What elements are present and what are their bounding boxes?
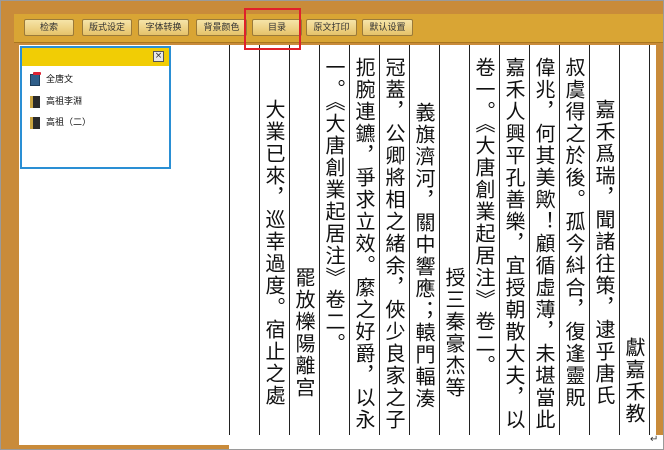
text-column: 授三秦豪杰等: [439, 45, 466, 435]
tree-item-label: 高祖李淵: [46, 97, 83, 107]
book-stack-icon: [30, 71, 41, 86]
search-button[interactable]: 检索: [24, 19, 74, 36]
text-column: 冠蓋，公卿將相之緒余，俠少良家之子: [379, 45, 406, 435]
text-column: 獻嘉禾教: [619, 45, 646, 435]
layout-settings-button[interactable]: 版式设定: [82, 19, 132, 36]
frame-edge: [656, 45, 663, 449]
font-convert-button[interactable]: 字体转换: [138, 19, 189, 36]
column-text: 義旗濟河，關中響應；轅門輻湊: [412, 102, 436, 410]
text-column: 叔虞得之於後。孤今紏合，復逢靈貺: [559, 45, 586, 435]
tree-item-gaozu-liyuan[interactable]: 高祖李淵: [30, 94, 82, 110]
paragraph-mark-icon: ↵: [650, 434, 659, 445]
column-text: 嘉禾人興平孔善樂，宜授朝散大夫，以: [502, 57, 526, 431]
tree-item-quan-tang-wen[interactable]: 全唐文: [30, 71, 74, 88]
default-settings-button[interactable]: 默认设置: [362, 19, 413, 36]
column-text: 卷一。《大唐創業起居注》卷二。: [472, 57, 496, 377]
column-text: 扼腕連鑣，爭求立效。縻之好爵，以永: [352, 57, 376, 431]
column-text: 冠蓋，公卿將相之緒余，俠少良家之子: [382, 57, 406, 431]
toolbar: 检索 版式设定 字体转换 背景颜色 目录 原文打印 默认设置: [14, 14, 663, 43]
tree-item-gaozu-2[interactable]: 高祖（二）: [30, 115, 91, 131]
catalog-panel-header: ×: [22, 48, 169, 66]
text-column: 罷放櫟陽離宫: [289, 45, 316, 435]
book-icon: [30, 116, 40, 129]
column-text: 罷放櫟陽離宫: [292, 267, 316, 399]
app-window: 检索 版式设定 字体转换 背景颜色 目录 原文打印 默认设置 × 全唐文 高祖李…: [0, 0, 664, 450]
reading-pane-bottom: [229, 435, 663, 449]
reading-pane[interactable]: 大業已來，巡幸過度。宿止之處 罷放櫟陽離宫 一。《大唐創業起居注》卷二。 扼腕連鑣，爭…: [229, 45, 656, 435]
close-icon[interactable]: ×: [153, 51, 164, 62]
catalog-panel: × 全唐文 高祖李淵 高祖（二）: [20, 46, 171, 169]
text-column: [229, 45, 256, 435]
column-text: 授三秦豪杰等: [442, 267, 466, 399]
column-text: 偉兆，何其美歟！顧循虛薄，未堪當此: [532, 57, 556, 431]
tree-item-label: 全唐文: [46, 75, 74, 85]
text-column: 義旗濟河，關中響應；轅門輻湊: [409, 45, 436, 435]
column-text: 叔虞得之於後。孤今紏合，復逢靈貺: [562, 57, 586, 409]
text-column: 偉兆，何其美歟！顧循虛薄，未堪當此: [529, 45, 556, 435]
text-column: 一。《大唐創業起居注》卷二。: [319, 45, 346, 435]
text-column: 嘉禾爲瑞，聞諸往策，逮乎唐氏: [589, 45, 616, 435]
catalog-button[interactable]: 目录: [252, 19, 302, 36]
column-text: 嘉禾爲瑞，聞諸往策，逮乎唐氏: [592, 99, 616, 407]
text-column: [649, 45, 656, 435]
column-text: 大業已來，巡幸過度。宿止之處: [262, 99, 286, 407]
book-icon: [30, 95, 40, 108]
tree-item-label: 高祖（二）: [46, 118, 92, 128]
text-column: 扼腕連鑣，爭求立效。縻之好爵，以永: [349, 45, 376, 435]
text-column: 嘉禾人興平孔善樂，宜授朝散大夫，以: [499, 45, 526, 435]
column-text: 獻嘉禾教: [622, 337, 646, 425]
background-color-button[interactable]: 背景颜色: [196, 19, 247, 36]
text-column: 卷一。《大唐創業起居注》卷二。: [469, 45, 496, 435]
text-column: 大業已來，巡幸過度。宿止之處: [259, 45, 286, 435]
print-original-button[interactable]: 原文打印: [306, 19, 357, 36]
column-text: 一。《大唐創業起居注》卷二。: [322, 57, 346, 355]
